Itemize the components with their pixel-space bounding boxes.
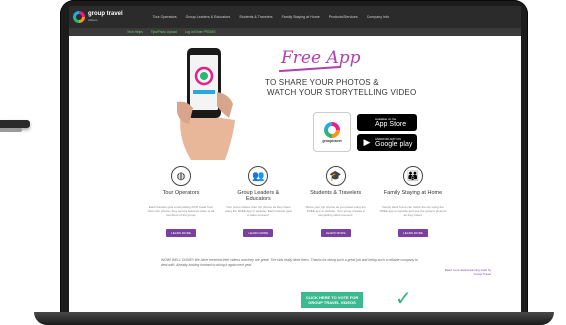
play-icon: ▶ [363, 137, 371, 147]
graduation-cap-icon: 🎓 [325, 166, 346, 186]
testimonial-quote: WOW! WELL DONE!! We have received their … [161, 258, 418, 267]
laptop-screen: group travel videos Tour Operators Group… [69, 6, 521, 312]
logo-text: group travel videos [88, 11, 123, 22]
checkmark-icon: ✓ [395, 288, 412, 310]
app-store-button[interactable]: Available on the App Store [357, 114, 417, 131]
hero-tagline-2: WATCH YOUR STORYTELLING VIDEO [267, 88, 417, 97]
google-play-button[interactable]: ▶ ANDROID APP ON Google play [357, 134, 417, 151]
nav-menu: Tour Operators Group Leaders & Educators… [153, 15, 389, 19]
phone-in-hand-image [177, 48, 235, 160]
laptop-peek-base [0, 128, 22, 132]
free-app-heading: Free App [281, 48, 361, 68]
hero-tagline-1: TO SHARE YOUR PHOTOS & [265, 78, 379, 87]
nav-item-tour-operators[interactable]: Tour Operators [153, 15, 177, 19]
nav-item-company[interactable]: Company Info [367, 15, 389, 19]
nav-item-students[interactable]: Students & Travelers [239, 15, 272, 19]
nav-item-products[interactable]: Products/Services [329, 15, 358, 19]
laptop-base [34, 312, 554, 325]
globe-icon: ◍ [171, 166, 191, 186]
feature-students: 🎓 Students & Travelers Share your trip p… [302, 166, 370, 256]
app-logo-icon [324, 121, 340, 138]
features-row: ◍ Tour Operators Each traveler gets a st… [147, 166, 447, 256]
laptop-peek [0, 120, 30, 128]
nav-item-family[interactable]: Family Staying at Home [282, 15, 320, 19]
feature-group-leaders: 👥 Group Leaders & Educators Your group s… [224, 166, 292, 256]
top-nav: group travel videos Tour Operators Group… [69, 6, 521, 28]
learn-more-button[interactable]: LEARN MORE [166, 229, 196, 237]
subnav-login[interactable]: Log in/Order PROMO [185, 30, 216, 34]
testimonial-link[interactable]: Read more Award-winning work by Group Tr… [441, 268, 491, 276]
feature-family: 👪 Family Staying at Home Family back hom… [379, 166, 447, 256]
sub-nav: Tech Helps Tips/Photo Upload Log in/Orde… [69, 28, 521, 36]
learn-more-button[interactable]: LEARN MORE [398, 229, 428, 237]
family-icon: 👪 [402, 166, 423, 186]
nav-item-group-leaders[interactable]: Group Leaders & Educators [186, 15, 231, 19]
learn-more-button[interactable]: LEARN MORE [243, 229, 274, 237]
logo-icon [73, 11, 85, 23]
learn-more-button[interactable]: LEARN MORE [320, 229, 351, 237]
site-logo[interactable]: group travel videos [73, 11, 123, 23]
hero-banner: Free App TO SHARE YOUR PHOTOS & WATCH YO… [167, 40, 427, 160]
group-icon: 👥 [248, 166, 269, 186]
feature-tour-operators: ◍ Tour Operators Each traveler gets a st… [147, 166, 215, 256]
subnav-tech-helps[interactable]: Tech Helps [127, 30, 143, 34]
app-logo-badge: grouptravel [313, 112, 351, 152]
subnav-upload[interactable]: Tips/Photo Upload [151, 30, 177, 34]
vote-button[interactable]: CLICK HERE TO VOTE FOR GROUP TRAVEL VIDE… [301, 292, 363, 308]
